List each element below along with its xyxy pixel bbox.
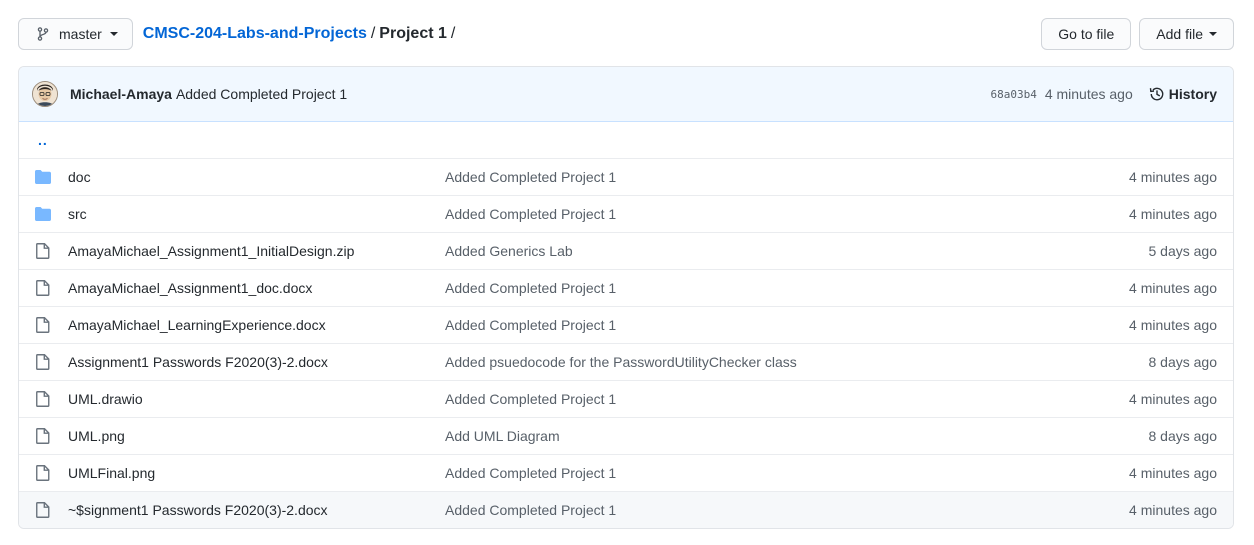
commit-age: 4 minutes ago [1129,206,1217,222]
commit-message-link[interactable]: Added psuedocode for the PasswordUtility… [445,354,1149,370]
file-name-link[interactable]: UML.png [68,428,445,444]
git-branch-icon [37,27,49,41]
parent-directory-link[interactable]: .. [35,132,48,148]
history-icon [1149,87,1164,101]
breadcrumb-separator: / [370,25,376,42]
commit-message-link[interactable]: Added Completed Project 1 [445,280,1129,296]
file-row[interactable]: UML.drawio Added Completed Project 14 min… [19,380,1233,417]
go-to-file-label: Go to file [1058,26,1115,42]
commit-age: 4 minutes ago [1129,391,1217,407]
file-name-link[interactable]: src [68,206,445,222]
file-name-link[interactable]: AmayaMichael_Assignment1_doc.docx [68,280,445,296]
file-icon [35,243,51,259]
commit-age: 8 days ago [1148,354,1218,370]
commit-author[interactable]: Michael-Amaya [70,86,172,102]
breadcrumb-repo-link[interactable]: CMSC-204-Labs-and-Projects [143,25,367,43]
commit-age: 4 minutes ago [1129,317,1217,333]
file-row[interactable]: Assignment1 Passwords F2020(3)-2.docx Add… [19,343,1233,380]
commit-message[interactable]: Added Completed Project 1 [176,86,347,102]
commit-age: 4 minutes ago [1129,502,1217,518]
file-icon [35,317,51,333]
file-name-link[interactable]: Assignment1 Passwords F2020(3)-2.docx [68,354,445,370]
file-name-link[interactable]: ~$signment1 Passwords F2020(3)-2.docx [68,502,445,518]
file-row[interactable]: AmayaMichael_LearningExperience.docx Adde… [19,306,1233,343]
file-browser: Michael-Amaya Added Completed Project 1 … [18,66,1234,529]
file-row[interactable]: ~$signment1 Passwords F2020(3)-2.docx Add… [19,491,1233,528]
commit-age: 5 days ago [1148,243,1218,259]
commit-message-link[interactable]: Add UML Diagram [445,428,1149,444]
commit-sha[interactable]: 68a03b4 [990,88,1036,101]
breadcrumb-current-folder: Project 1 [379,25,447,42]
file-row[interactable]: AmayaMichael_Assignment1_InitialDesign.z… [19,232,1233,269]
file-icon [35,428,51,444]
commit-message-link[interactable]: Added Completed Project 1 [445,206,1129,222]
commit-age: 4 minutes ago [1129,280,1217,296]
parent-directory-row[interactable]: .. [19,122,1233,158]
go-to-file-button[interactable]: Go to file [1041,18,1132,50]
repo-toolbar: master CMSC-204-Labs-and-Projects / Proj… [18,18,1234,50]
file-row[interactable]: src Added Completed Project 14 minutes ag… [19,195,1233,232]
file-icon [35,391,51,407]
file-name-link[interactable]: AmayaMichael_LearningExperience.docx [68,317,445,333]
commit-time: 4 minutes ago [1044,86,1133,102]
commit-message-link[interactable]: Added Completed Project 1 [445,502,1129,518]
history-link[interactable]: History [1149,86,1217,102]
commit-message-link[interactable]: Added Completed Project 1 [445,317,1129,333]
avatar-image [33,82,57,106]
branch-selector-button[interactable]: master [18,18,133,50]
file-name-link[interactable]: UML.drawio [68,391,445,407]
file-name-link[interactable]: AmayaMichael_Assignment1_InitialDesign.z… [68,243,445,259]
commit-message-link[interactable]: Added Generics Lab [445,243,1149,259]
chevron-down-icon [109,32,118,36]
commit-message-link[interactable]: Added Completed Project 1 [445,169,1129,185]
commit-meta: 68a03b4 4 minutes ago History [990,86,1217,102]
commit-age: 4 minutes ago [1129,465,1217,481]
file-icon [35,502,51,518]
avatar[interactable] [32,81,58,107]
folder-icon [35,206,51,222]
add-file-button[interactable]: Add file [1139,18,1234,50]
file-row[interactable]: UMLFinal.png Added Completed Project 14 m… [19,454,1233,491]
latest-commit-bar: Michael-Amaya Added Completed Project 1 … [19,67,1233,122]
file-row[interactable]: doc Added Completed Project 14 minutes ag… [19,158,1233,195]
branch-name: master [59,26,102,42]
commit-age: 8 days ago [1148,428,1218,444]
file-actions: Go to file Add file [1041,18,1234,50]
file-name-link[interactable]: doc [68,169,445,185]
folder-icon [35,169,51,185]
file-row[interactable]: AmayaMichael_Assignment1_doc.docx Added C… [19,269,1233,306]
file-list: doc Added Completed Project 14 minutes ag… [19,158,1233,528]
history-label: History [1168,86,1217,102]
commit-age: 4 minutes ago [1129,169,1217,185]
commit-message-link[interactable]: Added Completed Project 1 [445,465,1129,481]
file-name-link[interactable]: UMLFinal.png [68,465,445,481]
file-icon [35,465,51,481]
breadcrumb: CMSC-204-Labs-and-Projects / Project 1 / [143,25,460,43]
file-icon [35,354,51,370]
add-file-label: Add file [1156,26,1203,42]
commit-message-link[interactable]: Added Completed Project 1 [445,391,1129,407]
file-icon [35,280,51,296]
breadcrumb-trailing-separator: / [450,25,456,42]
chevron-down-icon [1209,32,1217,36]
file-row[interactable]: UML.png Add UML Diagram 8 days ago [19,417,1233,454]
